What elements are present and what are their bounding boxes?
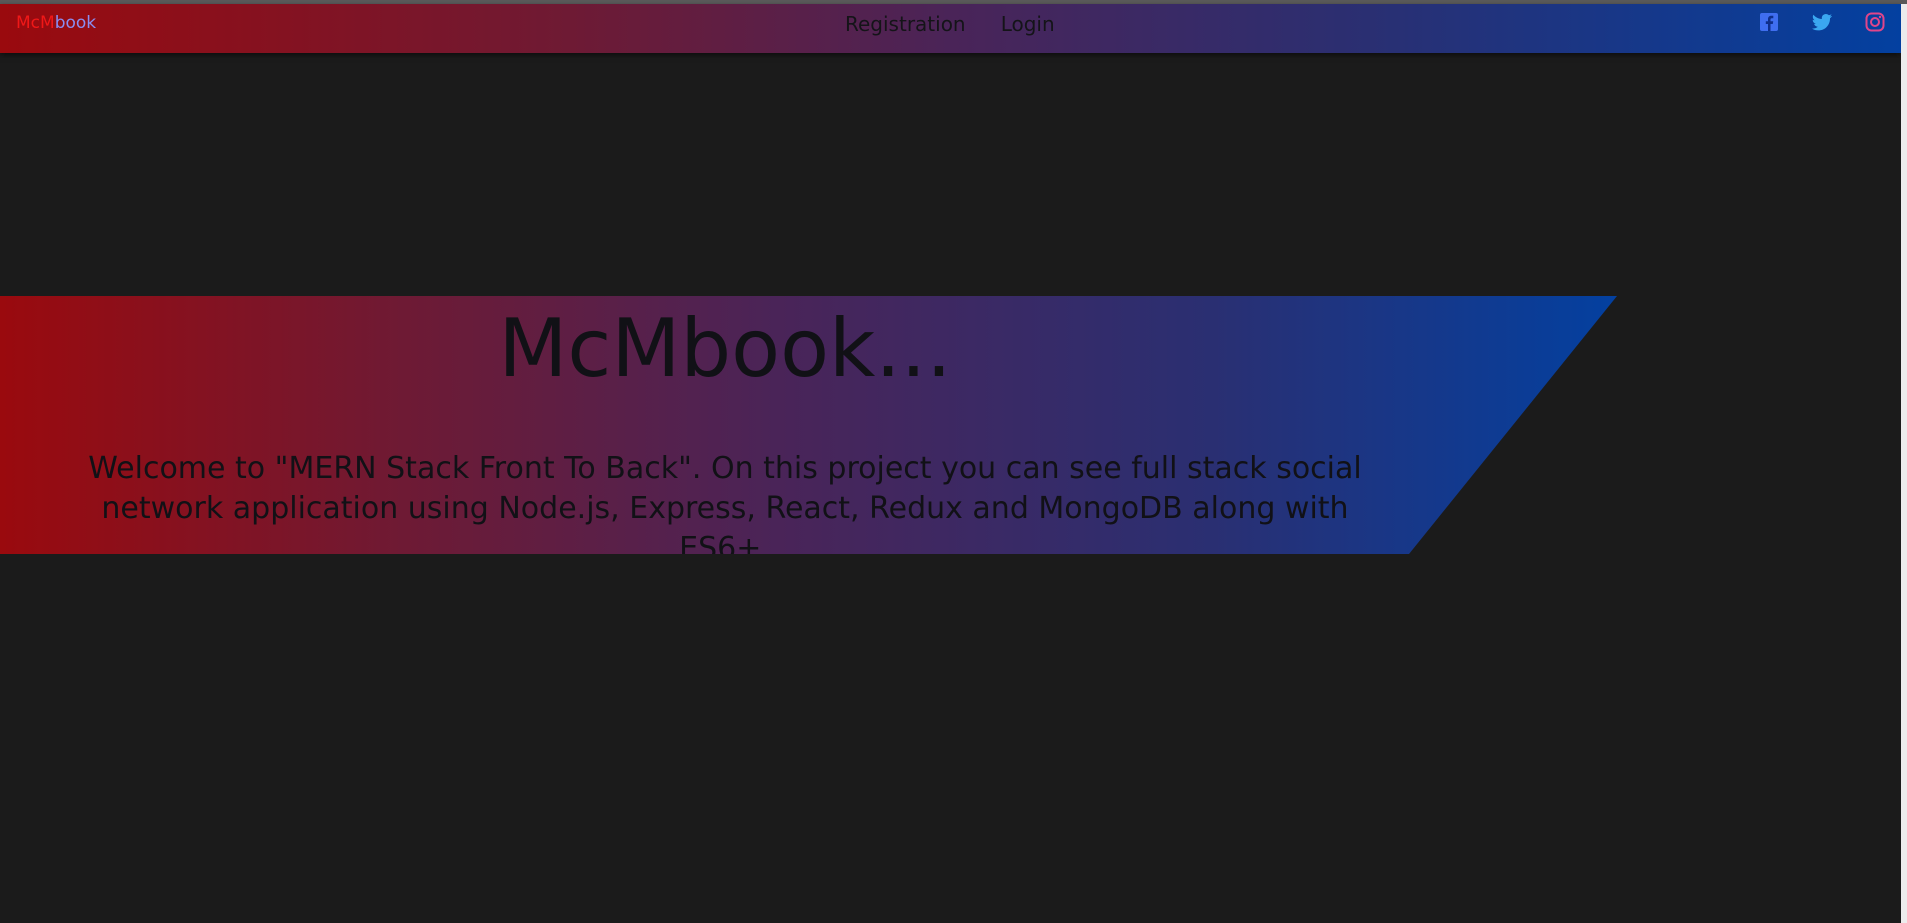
- social-links: [1757, 10, 1887, 34]
- hero-title: McMbook...: [498, 302, 952, 395]
- twitter-icon[interactable]: [1810, 10, 1834, 34]
- brand-logo-part2: book: [54, 13, 97, 33]
- login-link[interactable]: Login: [1001, 12, 1055, 36]
- brand-logo-part1: McM: [16, 13, 55, 33]
- window-right-border: [1901, 4, 1907, 923]
- registration-link[interactable]: Registration: [845, 12, 966, 36]
- hero-banner: McMbook... Welcome to "MERN Stack Front …: [0, 296, 1617, 554]
- hero-description: Welcome to "MERN Stack Front To Back". O…: [88, 451, 1362, 566]
- navbar: McMbook Registration Login: [0, 4, 1901, 53]
- brand-logo[interactable]: McMbook: [16, 13, 96, 33]
- nav-links: Registration Login: [845, 12, 1085, 36]
- facebook-icon[interactable]: [1757, 10, 1781, 34]
- instagram-icon[interactable]: [1863, 10, 1887, 34]
